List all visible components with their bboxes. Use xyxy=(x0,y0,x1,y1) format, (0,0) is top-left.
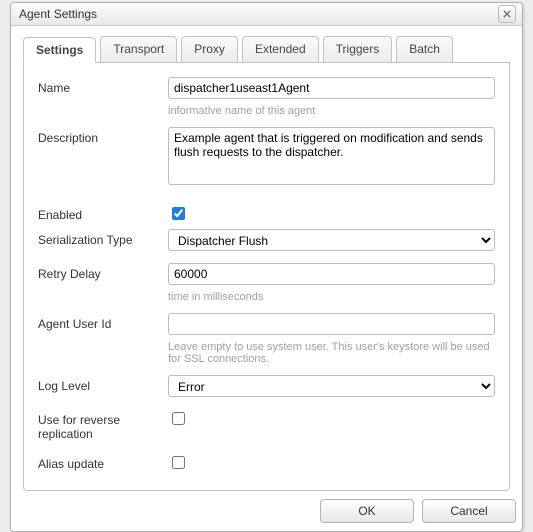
agent-settings-dialog: Agent Settings Settings Transport Proxy … xyxy=(10,2,523,532)
tab-area: Settings Transport Proxy Extended Trigge… xyxy=(11,26,522,491)
close-icon xyxy=(503,3,511,25)
row-serialization-type: Serialization Type Dispatcher Flush xyxy=(38,229,495,251)
dialog-footer: OK Cancel xyxy=(11,491,522,531)
tab-batch[interactable]: Batch xyxy=(396,36,453,62)
log-level-select[interactable]: Error xyxy=(168,375,495,397)
row-name: Name xyxy=(38,77,495,99)
alias-update-checkbox[interactable] xyxy=(172,456,185,469)
retry-delay-label: Retry Delay xyxy=(38,263,168,281)
tab-extended[interactable]: Extended xyxy=(242,36,319,62)
serialization-type-label: Serialization Type xyxy=(38,229,168,247)
row-log-level: Log Level Error xyxy=(38,375,495,397)
tab-triggers[interactable]: Triggers xyxy=(323,36,393,62)
titlebar: Agent Settings xyxy=(11,3,522,26)
enabled-label: Enabled xyxy=(38,204,168,222)
retry-delay-hint: time in milliseconds xyxy=(168,291,495,303)
tab-transport[interactable]: Transport xyxy=(100,36,177,62)
cancel-button[interactable]: Cancel xyxy=(422,499,516,523)
agent-user-id-input[interactable] xyxy=(168,313,495,335)
dialog-title: Agent Settings xyxy=(19,3,97,25)
agent-user-id-hint: Leave empty to use system user. This use… xyxy=(168,341,495,365)
row-enabled: Enabled xyxy=(38,204,495,223)
use-reverse-label: Use for reverse replication xyxy=(38,409,168,441)
agent-user-id-label: Agent User Id xyxy=(38,313,168,331)
description-input[interactable]: Example agent that is triggered on modif… xyxy=(168,127,495,185)
row-description: Description Example agent that is trigge… xyxy=(38,127,495,188)
close-button[interactable] xyxy=(498,5,516,23)
description-label: Description xyxy=(38,127,168,145)
serialization-type-select[interactable]: Dispatcher Flush xyxy=(168,229,495,251)
retry-delay-input[interactable] xyxy=(168,263,495,285)
name-label: Name xyxy=(38,77,168,95)
name-input[interactable] xyxy=(168,77,495,99)
settings-panel: Name informative name of this agent Desc… xyxy=(23,63,510,491)
name-hint: informative name of this agent xyxy=(168,105,495,117)
ok-button[interactable]: OK xyxy=(320,499,414,523)
row-agent-user-id: Agent User Id xyxy=(38,313,495,335)
tabstrip: Settings Transport Proxy Extended Trigge… xyxy=(23,36,510,63)
use-reverse-checkbox[interactable] xyxy=(172,412,185,425)
tab-proxy[interactable]: Proxy xyxy=(181,36,238,62)
alias-update-label: Alias update xyxy=(38,453,168,471)
row-use-reverse: Use for reverse replication xyxy=(38,409,495,441)
row-retry-delay: Retry Delay xyxy=(38,263,495,285)
row-alias-update: Alias update xyxy=(38,453,495,472)
enabled-checkbox[interactable] xyxy=(172,207,185,220)
log-level-label: Log Level xyxy=(38,375,168,393)
tab-settings[interactable]: Settings xyxy=(23,37,96,63)
